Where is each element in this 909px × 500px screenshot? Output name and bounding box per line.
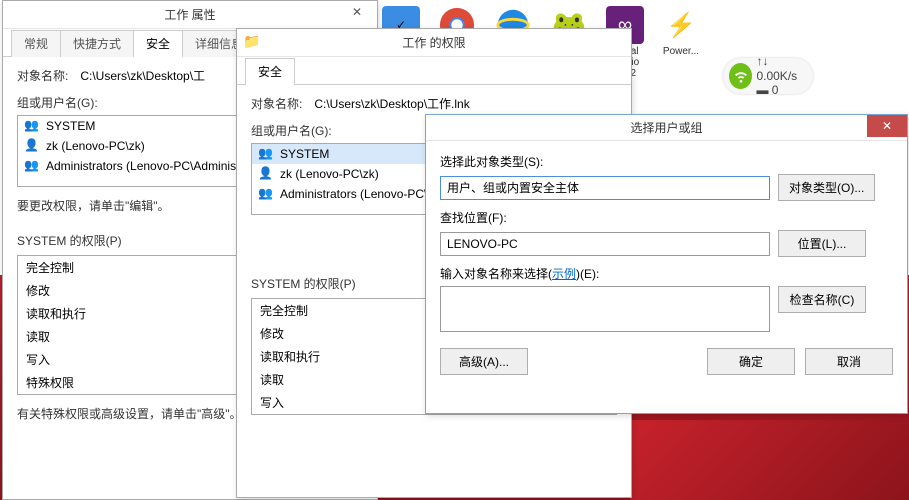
desktop-icon-label: Power... xyxy=(663,46,699,57)
tab-general[interactable]: 常规 xyxy=(11,30,61,57)
object-types-button[interactable]: 对象类型(O)... xyxy=(778,174,875,201)
locations-button[interactable]: 位置(L)... xyxy=(778,230,866,257)
example-link[interactable]: 示例 xyxy=(552,267,576,281)
net-speed: ↑↓ 0.00K/s xyxy=(756,54,807,83)
object-name-value: C:\Users\zk\Desktop\工作.lnk xyxy=(314,95,469,112)
group-icon: 👥 xyxy=(24,158,40,174)
net-data: ▬ 0 xyxy=(756,83,807,97)
ok-button[interactable]: 确定 xyxy=(707,348,795,375)
location-field[interactable] xyxy=(440,232,770,256)
object-names-input[interactable] xyxy=(440,286,770,332)
close-icon[interactable]: ✕ xyxy=(337,1,377,23)
window-title: 工作 属性 xyxy=(164,6,215,23)
user-icon: 👥 xyxy=(258,146,274,162)
tab-security[interactable]: 安全 xyxy=(133,30,183,57)
object-type-label: 选择此对象类型(S): xyxy=(440,153,893,170)
location-label: 查找位置(F): xyxy=(440,209,893,226)
user-icon: 👥 xyxy=(24,118,40,134)
close-icon[interactable]: ✕ xyxy=(867,115,907,137)
titlebar[interactable]: 选择用户或组 ✕ xyxy=(426,115,907,141)
desktop-icon-power[interactable]: ⚡Power... xyxy=(658,6,704,79)
user-icon: 👤 xyxy=(258,166,274,182)
titlebar[interactable]: 工作 属性 ✕ xyxy=(3,1,377,29)
select-user-dialog: 选择用户或组 ✕ 选择此对象类型(S): 对象类型(O)... 查找位置(F):… xyxy=(425,114,908,414)
group-icon: 👥 xyxy=(258,186,274,202)
tab-shortcut[interactable]: 快捷方式 xyxy=(60,30,134,57)
object-type-field[interactable] xyxy=(440,176,770,200)
tab-security[interactable]: 安全 xyxy=(245,58,295,85)
object-name-value: C:\Users\zk\Desktop\工 xyxy=(80,67,205,84)
cancel-button[interactable]: 取消 xyxy=(805,348,893,375)
tab-strip: 安全 xyxy=(237,57,631,85)
object-name-label: 对象名称: xyxy=(251,95,302,112)
wifi-icon xyxy=(729,63,752,89)
desktop-wallpaper xyxy=(630,420,909,500)
window-title: 工作 的权限 xyxy=(402,34,465,51)
object-name-label: 对象名称: xyxy=(17,67,68,84)
folder-icon: 📁 xyxy=(243,33,260,50)
check-names-button[interactable]: 检查名称(C) xyxy=(778,286,866,313)
titlebar[interactable]: 📁 工作 的权限 xyxy=(237,29,631,57)
dialog-title: 选择用户或组 xyxy=(630,119,702,136)
user-icon: 👤 xyxy=(24,138,40,154)
advanced-button[interactable]: 高级(A)... xyxy=(440,348,528,375)
enter-object-label: 输入对象名称来选择(示例)(E): xyxy=(440,265,893,282)
network-badge[interactable]: ↑↓ 0.00K/s ▬ 0 xyxy=(723,58,813,94)
